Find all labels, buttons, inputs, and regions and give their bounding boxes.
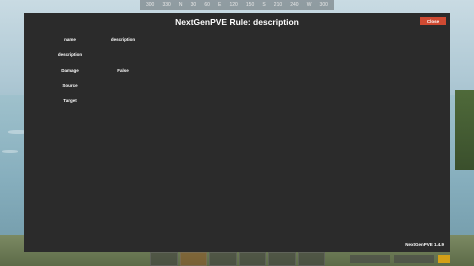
field-value[interactable]: description — [104, 36, 142, 44]
hotbar-slot[interactable] — [150, 252, 178, 266]
status-bar — [394, 255, 434, 263]
field-label[interactable]: Target — [50, 97, 90, 105]
compass-mark: 300 — [146, 2, 155, 8]
hotbar-slot[interactable] — [238, 252, 266, 266]
field-value[interactable]: False — [104, 67, 142, 75]
compass-bar: 300 330 N 30 60 E 120 150 S 210 240 W 30… — [140, 0, 334, 10]
compass-mark: 240 — [290, 2, 299, 8]
version-label: NextGenPVE 1.4.9 — [405, 242, 444, 247]
panel-title: NextGenPVE Rule: description — [175, 17, 299, 27]
hotbar-slot[interactable] — [179, 252, 207, 266]
field-row-description: description — [24, 51, 224, 59]
compass-mark: 120 — [229, 2, 238, 8]
field-label[interactable]: Source — [50, 82, 90, 90]
field-row-source: Source — [24, 82, 224, 90]
compass-mark: 60 — [204, 2, 210, 8]
status-bar — [350, 255, 390, 263]
close-button[interactable]: Close — [420, 17, 446, 25]
compass-mark: 150 — [245, 2, 255, 8]
compass-mark: E — [217, 2, 222, 8]
compass-mark: 300 — [319, 2, 328, 8]
field-label[interactable]: Damage — [50, 67, 90, 75]
compass-mark: S — [262, 2, 266, 8]
hotbar — [150, 252, 325, 266]
hotbar-slot[interactable] — [209, 252, 237, 266]
field-row-damage: Damage False — [24, 67, 224, 75]
status-bars — [350, 252, 450, 266]
rule-editor-panel: NextGenPVE Rule: description Close name … — [24, 13, 450, 252]
compass-mark: W — [306, 2, 312, 8]
field-row-name: name description — [24, 36, 224, 44]
wave-foam — [2, 150, 18, 153]
hotbar-slot[interactable] — [297, 252, 325, 266]
field-label[interactable]: name — [50, 36, 90, 44]
game-background: 300 330 N 30 60 E 120 150 S 210 240 W 30… — [0, 0, 474, 266]
field-label[interactable]: description — [50, 51, 90, 59]
compass-mark: 30 — [190, 2, 197, 8]
island — [455, 90, 474, 170]
compass-mark: N — [178, 2, 183, 8]
compass-mark: 330 — [162, 2, 171, 8]
field-row-target: Target — [24, 97, 224, 105]
compass-mark: 210 — [273, 2, 283, 8]
status-badge — [438, 255, 450, 263]
hotbar-slot[interactable] — [268, 252, 296, 266]
